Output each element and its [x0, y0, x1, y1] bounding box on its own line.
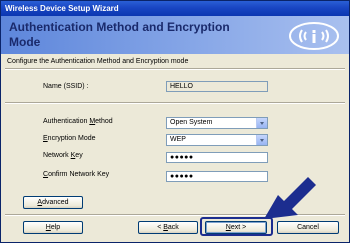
- network-key-label: Network Key: [43, 152, 83, 159]
- auth-method-label: Authentication Method: [43, 118, 113, 125]
- auth-method-value: Open System: [170, 119, 213, 126]
- network-key-field[interactable]: ●●●●●: [166, 152, 268, 163]
- confirm-network-key-field[interactable]: ●●●●●: [166, 171, 268, 182]
- divider-top: [5, 68, 345, 70]
- wireless-logo-icon: [289, 22, 339, 50]
- auth-method-select[interactable]: Open System: [166, 117, 268, 129]
- ssid-value: HELLO: [166, 81, 268, 92]
- wizard-window: Wireless Device Setup Wizard Authenticat…: [0, 0, 350, 243]
- encryption-mode-value: WEP: [170, 136, 186, 143]
- encryption-mode-select[interactable]: WEP: [166, 134, 268, 146]
- page-subtitle: Configure the Authentication Method and …: [7, 58, 189, 65]
- window-title: Wireless Device Setup Wizard: [1, 1, 349, 16]
- page-title: Authentication Method and Encryption Mod…: [9, 20, 230, 49]
- ssid-label: Name (SSID) :: [43, 83, 89, 90]
- advanced-button[interactable]: Advanced: [23, 196, 83, 209]
- pointer-arrow-icon: [264, 177, 316, 219]
- back-button[interactable]: < Back: [138, 221, 198, 234]
- chevron-down-icon[interactable]: [256, 118, 267, 128]
- encryption-mode-label: Encryption Mode: [43, 135, 96, 142]
- divider-middle: [5, 102, 345, 104]
- confirm-network-key-label: Confirm Network Key: [43, 171, 110, 178]
- chevron-down-icon[interactable]: [256, 135, 267, 145]
- wizard-header: Authentication Method and Encryption Mod…: [1, 16, 349, 54]
- help-button[interactable]: Help: [23, 221, 83, 234]
